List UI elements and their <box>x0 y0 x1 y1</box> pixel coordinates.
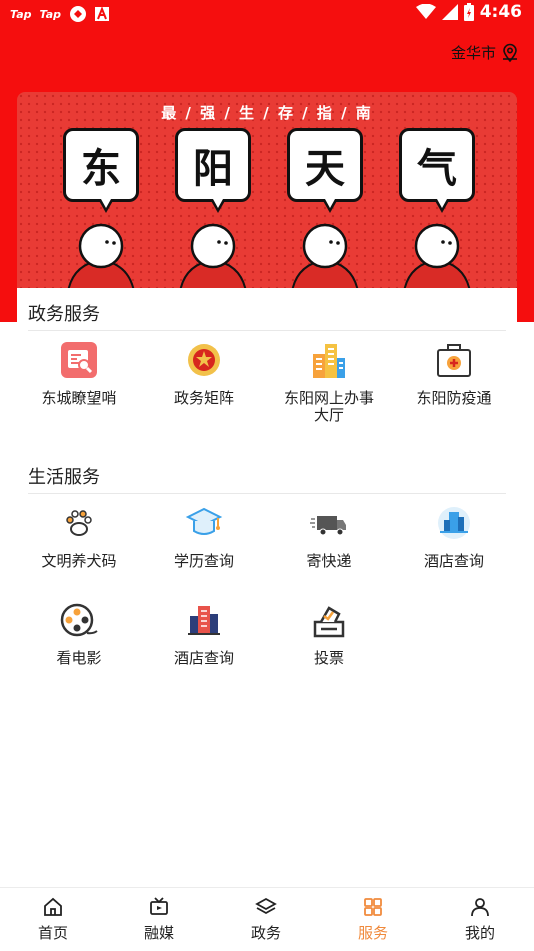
section-title-gov-services: 政务服务 <box>28 304 100 325</box>
service-item-online-hall[interactable]: 东阳网上办事大厅 <box>274 340 384 424</box>
cartoon-figure-illustration <box>67 223 135 288</box>
tab-media[interactable]: 融媒 <box>106 888 212 951</box>
city-selector[interactable]: 金华市 <box>451 42 520 63</box>
tab-services[interactable]: 服务 <box>320 888 426 951</box>
service-label: 酒店查询 <box>173 649 234 667</box>
section-title-life-services: 生活服务 <box>28 467 100 488</box>
taptap-tag: Tap <box>39 7 62 21</box>
layers-icon <box>255 897 277 915</box>
home-icon <box>44 897 62 916</box>
city-buildings-icon <box>188 606 220 635</box>
divider <box>28 493 506 494</box>
tab-government[interactable]: 政务 <box>213 888 319 951</box>
signal-icon <box>441 4 458 20</box>
tab-label: 服务 <box>357 924 388 942</box>
service-label: 东阳网上办事大厅 <box>283 389 374 424</box>
clock: 4:46 <box>479 2 522 22</box>
speech-bubble: 天 <box>287 128 363 213</box>
status-bar: Tap Tap 4:46 <box>0 0 534 28</box>
service-label: 寄快递 <box>306 552 352 570</box>
buildings-icon <box>313 344 345 378</box>
service-label: 看电影 <box>56 649 102 667</box>
battery-icon <box>463 3 474 21</box>
service-label: 东城瞭望哨 <box>41 389 117 407</box>
tv-icon <box>150 897 168 915</box>
speech-bubble: 东 <box>63 128 139 213</box>
delivery-truck-icon <box>310 516 346 536</box>
graduation-cap-icon <box>185 507 223 535</box>
service-label: 政务矩阵 <box>173 389 234 407</box>
app-a-icon <box>95 7 109 21</box>
banner-title: 最 / 强 / 生 / 存 / 指 / 南 <box>161 104 373 122</box>
paw-icon <box>66 510 92 536</box>
ballot-box-icon <box>313 606 345 638</box>
service-item-epidemic-pass[interactable]: 东阳防疫通 <box>399 340 509 407</box>
user-icon <box>471 898 489 917</box>
divider <box>28 330 506 331</box>
cartoon-figure-illustration <box>403 223 471 288</box>
speech-bubble: 气 <box>399 128 475 213</box>
service-item-dog-code[interactable]: 文明养犬码 <box>24 503 134 570</box>
service-item-education-query[interactable]: 学历查询 <box>149 503 259 570</box>
location-pin-icon <box>503 43 517 62</box>
film-reel-icon <box>60 603 98 637</box>
tab-label: 首页 <box>37 924 68 942</box>
service-label: 东阳防疫通 <box>416 389 492 407</box>
service-label: 学历查询 <box>173 552 234 570</box>
cartoon-figure-illustration <box>291 223 359 288</box>
tab-label: 融媒 <box>143 924 174 942</box>
tab-label: 我的 <box>464 924 495 942</box>
service-item-gov-matrix[interactable]: 政务矩阵 <box>149 340 259 407</box>
weather-banner[interactable]: 最 / 强 / 生 / 存 / 指 / 南 东 阳 天 气 <box>17 92 517 288</box>
service-label: 文明养犬码 <box>41 552 117 570</box>
service-item-hotel-query[interactable]: 酒店查询 <box>399 503 509 570</box>
service-item-movies[interactable]: 看电影 <box>24 600 134 667</box>
sync-icon <box>70 6 86 22</box>
service-item-hotel-query-2[interactable]: 酒店查询 <box>149 600 259 667</box>
service-item-vote[interactable]: 投票 <box>274 600 384 667</box>
bottom-tab-bar: 首页 融媒 政务 服务 我的 <box>0 887 534 950</box>
wifi-icon <box>415 4 436 19</box>
hotel-building-icon <box>438 507 470 539</box>
cartoon-figure-illustration <box>179 223 247 288</box>
tab-mine[interactable]: 我的 <box>427 888 533 951</box>
grid-icon <box>364 898 382 916</box>
city-label: 金华市 <box>450 44 496 62</box>
service-item-express-delivery[interactable]: 寄快递 <box>274 503 384 570</box>
medical-kit-icon <box>437 344 471 377</box>
speech-bubble: 阳 <box>175 128 251 213</box>
service-item-east-city-watch[interactable]: 东城瞭望哨 <box>24 340 134 407</box>
service-label: 投票 <box>313 649 344 667</box>
tab-label: 政务 <box>250 924 281 942</box>
search-document-icon <box>61 342 97 378</box>
service-label: 酒店查询 <box>423 552 484 570</box>
national-emblem-icon <box>188 344 220 376</box>
taptap-tag: Tap <box>10 7 32 21</box>
tab-home[interactable]: 首页 <box>0 888 106 951</box>
